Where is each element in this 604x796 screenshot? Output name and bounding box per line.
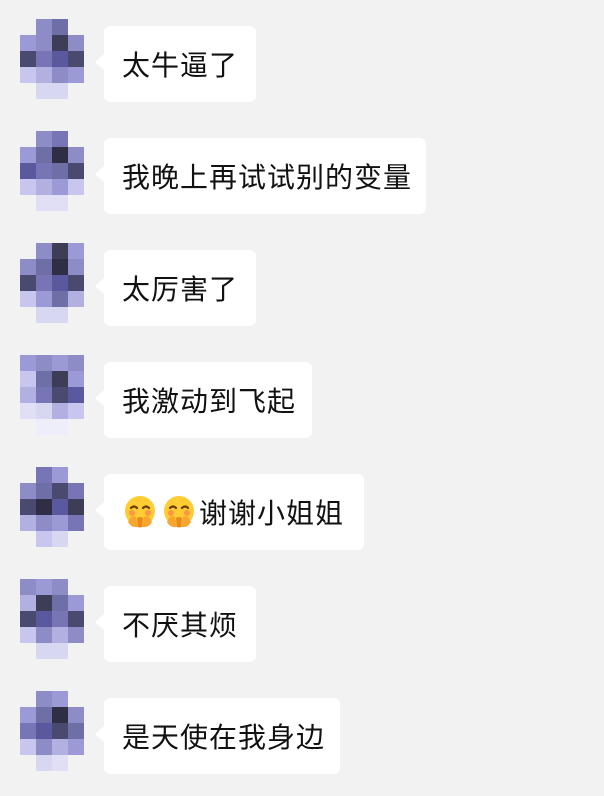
avatar[interactable] <box>20 355 84 435</box>
avatar[interactable] <box>20 19 84 99</box>
message-row: 太厉害了 <box>20 243 590 326</box>
message-bubble[interactable]: 不厌其烦 <box>95 586 256 662</box>
avatar[interactable] <box>20 131 84 211</box>
avatar[interactable] <box>20 467 84 547</box>
message-text: 不厌其烦 <box>122 609 239 642</box>
message-text: 谢谢小姐姐 <box>199 497 345 530</box>
message-text: 太牛逼了 <box>122 49 239 82</box>
shy-face-icon <box>121 493 159 531</box>
message-bubble[interactable]: 谢谢小姐姐 <box>95 474 364 550</box>
message-text: 我晚上再试试别的变量 <box>122 161 413 194</box>
avatar[interactable] <box>20 243 84 323</box>
message-text: 我激动到飞起 <box>122 385 297 418</box>
message-bubble[interactable]: 太牛逼了 <box>95 26 256 102</box>
message-row: 不厌其烦 <box>20 579 590 662</box>
message-bubble[interactable]: 太厉害了 <box>95 250 256 326</box>
message-text: 太厉害了 <box>122 273 239 306</box>
message-row: 太牛逼了 <box>20 19 590 102</box>
message-bubble[interactable]: 我晚上再试试别的变量 <box>95 138 426 214</box>
avatar[interactable] <box>20 579 84 659</box>
message-row: 我激动到飞起 <box>20 355 590 438</box>
shy-face-icon <box>160 493 198 531</box>
message-row: 谢谢小姐姐 <box>20 467 590 550</box>
message-bubble[interactable]: 是天使在我身边 <box>95 698 340 774</box>
message-text: 是天使在我身边 <box>122 721 326 754</box>
chat-thread: 太牛逼了 我晚上再试试别的变量 太厉害了 我激动到飞起 谢谢小姐姐 不厌其烦 是… <box>0 0 604 796</box>
message-row: 我晚上再试试别的变量 <box>20 131 590 214</box>
message-bubble[interactable]: 我激动到飞起 <box>95 362 312 438</box>
message-row: 是天使在我身边 <box>20 691 590 774</box>
avatar[interactable] <box>20 691 84 771</box>
